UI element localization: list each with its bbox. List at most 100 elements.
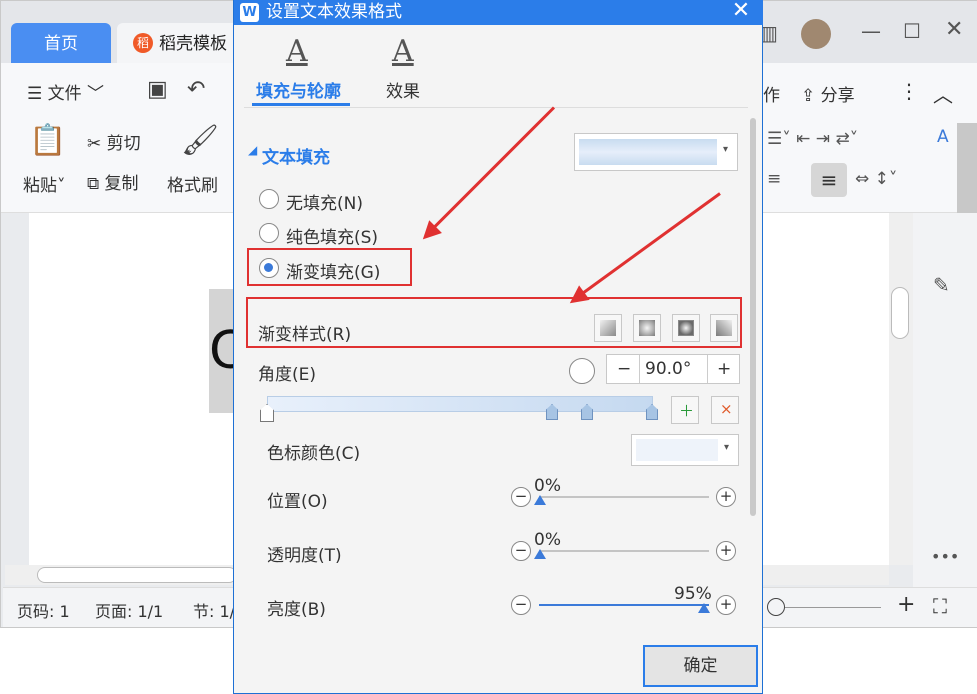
tab-templates-label: 稻壳模板 [159,34,227,54]
close-icon[interactable]: ✕ [728,0,754,24]
align-right-icon[interactable]: ≡ [767,169,781,189]
stop-color-label: 色标颜色(C) [267,444,361,464]
more-options-icon[interactable]: ••• [931,547,959,566]
gradient-stop-bar[interactable] [267,396,653,412]
section-collapse-icon[interactable]: ◢ [248,143,257,157]
chevron-down-icon: ▾ [723,144,729,155]
distribute-icon[interactable]: ⇔ ↕˅ [855,169,897,189]
copy-button[interactable]: ⧉ 复制 [87,169,139,194]
tab-fill-outline[interactable]: 填充与轮廓 [256,77,341,102]
horizontal-scroll-thumb[interactable] [37,567,237,583]
brightness-label: 亮度(B) [267,600,326,620]
brightness-slider-track[interactable] [539,604,709,606]
close-window-icon[interactable]: ✕ [945,17,963,42]
annotation-arrow [571,192,721,302]
status-page: 页面: 1/1 [95,602,164,621]
brightness-slider-thumb[interactable] [698,603,710,613]
avatar[interactable] [801,19,831,49]
text-style-icon[interactable]: A [937,127,949,147]
angle-decrease-button[interactable]: − [617,359,631,379]
active-tab-underline [252,103,350,106]
wps-logo-icon: W [240,3,259,22]
rectangular-gradient-icon [678,320,694,336]
gradient-style-label: 渐变样式(R) [258,325,352,345]
tab-templates[interactable]: 稻 稻壳模板 [117,23,247,63]
justify-icon[interactable]: ≡ [811,163,847,197]
undo-icon[interactable]: ↶ [187,77,205,102]
position-increase-button[interactable]: + [716,487,736,507]
add-gradient-stop-button[interactable]: ＋ [671,396,699,424]
tab-home[interactable]: 首页 [11,23,111,63]
radio-solid-fill[interactable] [259,223,279,243]
dialog-title: 设置文本效果格式 [266,2,402,22]
paste-icon[interactable]: 📋 [29,123,66,158]
right-sidebar: ✎ ••• [913,213,977,587]
chevron-down-icon: ▾ [724,442,730,453]
paste-label: 粘贴 [23,176,57,196]
brightness-decrease-button[interactable]: − [511,595,531,615]
collapse-ribbon-icon[interactable]: ︿ [933,79,953,108]
linear-gradient-icon [600,320,616,336]
transparency-slider-track[interactable] [539,550,709,552]
status-page-code: 页码: 1 [17,602,70,621]
effects-tab-icon[interactable]: A [392,34,414,69]
format-painter-icon[interactable]: 🖌 [181,123,219,158]
transparency-slider-thumb[interactable] [534,549,546,559]
ribbon-scroll[interactable] [957,123,977,215]
format-painter-button[interactable]: 格式刷 [167,171,218,196]
fit-page-icon[interactable]: ⛶ [933,594,947,618]
more-icon[interactable]: ⋮ [899,79,919,103]
gradient-style-path[interactable] [710,314,738,342]
share-button[interactable]: ⇪ 分享 [801,81,855,106]
position-decrease-button[interactable]: − [511,487,531,507]
fill-outline-tab-icon[interactable]: A [286,34,308,69]
menu-work[interactable]: 作 [763,81,780,106]
text-fill-section-label: 文本填充 [262,148,330,168]
text-effect-format-dialog: W 设置文本效果格式 ✕ A 填充与轮廓 A 效果 ◢ 文本填充 ▾ 无填充(N… [233,0,763,694]
transparency-increase-button[interactable]: + [716,541,736,561]
maximize-icon[interactable]: ☐ [903,19,921,43]
transparency-decrease-button[interactable]: − [511,541,531,561]
minimize-icon[interactable]: — [861,19,881,43]
cut-button[interactable]: ✂ 剪切 [87,129,141,154]
brightness-increase-button[interactable]: + [716,595,736,615]
vertical-scroll-thumb[interactable] [891,287,909,339]
brightness-value: 95% [674,584,712,604]
stepper-divider [639,355,640,383]
angle-stepper[interactable]: − 90.0° + [606,354,740,384]
angle-increase-button[interactable]: + [717,359,731,379]
menu-file[interactable]: ☰ 文件 ﹀ [27,79,104,104]
gradient-preset-dropdown[interactable]: ▾ [574,133,738,171]
angle-dial-icon[interactable] [569,358,595,384]
gradient-style-rectangular[interactable] [672,314,700,342]
gradient-style-linear[interactable] [594,314,622,342]
solid-fill-label[interactable]: 纯色填充(S) [286,223,378,248]
menu-file-label: 文件 [47,84,82,104]
pen-icon[interactable]: ✎ [933,273,950,297]
cut-label: 剪切 [106,134,141,154]
stop-color-dropdown[interactable]: ▾ [631,434,739,466]
radio-no-fill[interactable] [259,189,279,209]
no-fill-label[interactable]: 无填充(N) [286,189,363,214]
zoom-slider-knob[interactable] [767,598,785,616]
tab-effects[interactable]: 效果 [386,77,420,102]
dialog-scrollbar[interactable] [750,118,756,516]
paste-button[interactable]: 粘贴˅ [23,171,66,196]
zoom-slider-track[interactable] [785,607,881,608]
stepper-divider [707,355,708,383]
position-slider-track[interactable] [539,496,709,498]
zoom-in-icon[interactable]: + [897,592,915,617]
list-icon[interactable]: ☰˅ ⇤ ⇥ ⇄˅ [767,129,858,149]
save-icon[interactable]: ▣ [147,77,168,102]
copy-label: 复制 [104,174,139,194]
dialog-title-bar[interactable]: W 设置文本效果格式 ✕ [234,0,763,25]
transparency-value: 0% [534,530,561,550]
share-label: 分享 [820,86,855,106]
gradient-style-radial[interactable] [633,314,661,342]
radial-gradient-icon [639,320,655,336]
angle-value[interactable]: 90.0° [645,359,691,379]
ok-button[interactable]: 确定 [643,645,758,687]
remove-gradient-stop-button[interactable]: × [711,396,739,424]
position-slider-thumb[interactable] [534,495,546,505]
vertical-scrollbar[interactable] [889,213,913,565]
